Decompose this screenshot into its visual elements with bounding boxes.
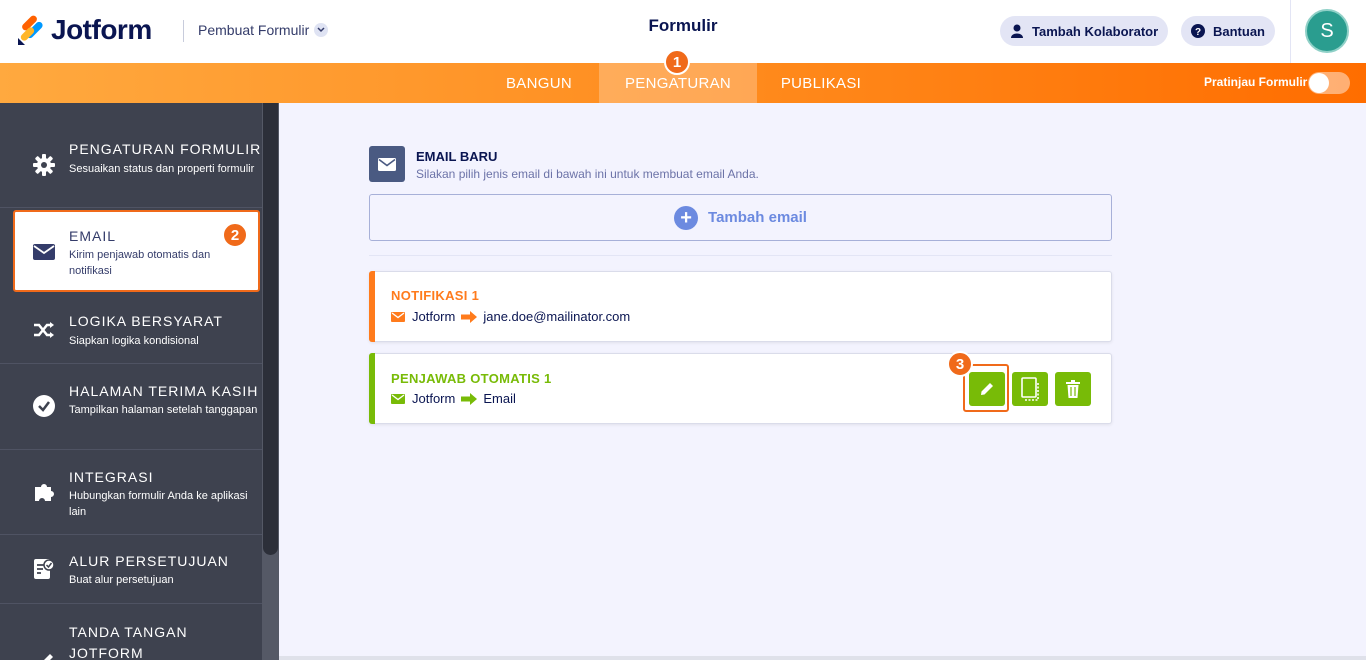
- sidebar-item-desc: Siapkan logika kondisional: [69, 335, 199, 347]
- tab-build[interactable]: BANGUN: [487, 63, 591, 103]
- horizontal-scrollbar[interactable]: [279, 656, 1366, 660]
- sidebar-item-title: TANDA TANGAN JOTFORM: [69, 624, 188, 660]
- plus-circle-icon: +: [674, 205, 699, 230]
- user-icon: [1010, 24, 1024, 38]
- add-collaborator-label: Tambah Kolaborator: [1032, 23, 1159, 39]
- sidebar-item-title: ALUR PERSETUJUAN: [69, 553, 229, 569]
- puzzle-icon: [32, 480, 56, 504]
- email-flow: Jotform jane.doe@mailinator.com: [391, 309, 630, 324]
- trash-icon: [1066, 380, 1080, 398]
- step-badge-3: 3: [947, 351, 973, 377]
- sidebar-item-email[interactable]: EMAIL Kirim penjawab otomatis dan notifi…: [13, 210, 260, 292]
- step-badge-1: 1: [664, 49, 690, 75]
- settings-sidebar: PENGATURAN FORMULIR Sesuaikan status dan…: [0, 103, 279, 660]
- sidebar-item-approval-flow[interactable]: ALUR PERSETUJUAN Buat alur persetujuan: [0, 535, 262, 604]
- svg-text:?: ?: [1195, 27, 1201, 38]
- approval-icon: [32, 557, 56, 581]
- help-icon: ?: [1191, 24, 1205, 38]
- email-from: Jotform: [412, 309, 456, 324]
- section-divider: [369, 255, 1112, 256]
- sidebar-item-title: EMAIL: [69, 228, 117, 244]
- sidebar-item-thank-you-page[interactable]: HALAMAN TERIMA KASIH Tampilkan halaman s…: [0, 364, 262, 450]
- arrow-right-icon: [461, 310, 478, 323]
- sidebar-item-conditional-logic[interactable]: LOGIKA BERSYARAT Siapkan logika kondisio…: [0, 294, 262, 364]
- envelope-icon: [391, 393, 405, 404]
- arrow-right-icon: [461, 392, 478, 405]
- email-flow: Jotform Email: [391, 391, 516, 406]
- sidebar-item-desc: Tampilkan halaman setelah tanggapan: [69, 404, 258, 416]
- avatar[interactable]: S: [1305, 9, 1349, 53]
- email-card-title: NOTIFIKASI 1: [391, 288, 480, 303]
- sidebar-item-desc: Buat alur persetujuan: [69, 574, 174, 586]
- delete-email-button[interactable]: [1055, 372, 1091, 406]
- sidebar-item-title: INTEGRASI: [69, 469, 154, 485]
- email-card-notification[interactable]: NOTIFIKASI 1 Jotform jane.doe@mailinator…: [369, 271, 1112, 342]
- card-stripe: [369, 353, 375, 424]
- sidebar-item-integrations[interactable]: INTEGRASI Hubungkan formulir Anda ke apl…: [0, 450, 262, 535]
- preview-label: Pratinjau Formulir: [1204, 75, 1308, 89]
- sidebar-item-desc: Sesuaikan status dan properti formulir: [69, 163, 255, 175]
- check-circle-icon: [32, 394, 56, 418]
- preview-email-button[interactable]: [1012, 372, 1048, 406]
- preview-toggle[interactable]: [1308, 72, 1350, 94]
- sidebar-scroll-thumb[interactable]: [263, 103, 278, 555]
- gear-icon: [32, 153, 56, 177]
- document-preview-icon: [1021, 377, 1039, 401]
- envelope-icon: [32, 240, 56, 264]
- tab-publish[interactable]: PUBLIKASI: [765, 63, 877, 103]
- new-email-icon: [369, 146, 405, 182]
- help-button[interactable]: ? Bantuan: [1181, 16, 1275, 46]
- sidebar-item-jotform-sign[interactable]: TANDA TANGAN JOTFORM: [0, 604, 262, 660]
- card-stripe: [369, 271, 375, 342]
- sidebar-item-title: LOGIKA BERSYARAT: [69, 313, 223, 329]
- sidebar-item-desc: Hubungkan formulir Anda ke aplikasi lain: [69, 490, 248, 518]
- shuffle-icon: [32, 318, 56, 342]
- sidebar-item-desc: Kirim penjawab otomatis dan notifikasi: [69, 249, 211, 277]
- sidebar-item-title: PENGATURAN FORMULIR: [69, 141, 262, 157]
- avatar-area: S: [1290, 0, 1366, 63]
- add-email-button[interactable]: + Tambah email: [369, 194, 1112, 241]
- envelope-icon: [391, 311, 405, 322]
- email-to: Email: [483, 391, 516, 406]
- email-card-title: PENJAWAB OTOMATIS 1: [391, 371, 552, 386]
- signature-icon: [32, 648, 56, 660]
- sidebar-item-form-settings[interactable]: PENGATURAN FORMULIR Sesuaikan status dan…: [0, 103, 262, 208]
- step-badge-2: 2: [222, 222, 248, 248]
- sidebar-item-title: HALAMAN TERIMA KASIH: [69, 383, 259, 399]
- email-to: jane.doe@mailinator.com: [483, 309, 631, 324]
- email-from: Jotform: [412, 391, 456, 406]
- sidebar-list: PENGATURAN FORMULIR Sesuaikan status dan…: [0, 103, 262, 660]
- new-email-description: Silakan pilih jenis email di bawah ini u…: [416, 167, 759, 181]
- help-label: Bantuan: [1213, 23, 1265, 39]
- new-email-title: EMAIL BARU: [416, 149, 498, 164]
- toggle-knob: [1309, 73, 1329, 93]
- add-collaborator-button[interactable]: Tambah Kolaborator: [1000, 16, 1169, 46]
- add-email-label: Tambah email: [708, 209, 807, 226]
